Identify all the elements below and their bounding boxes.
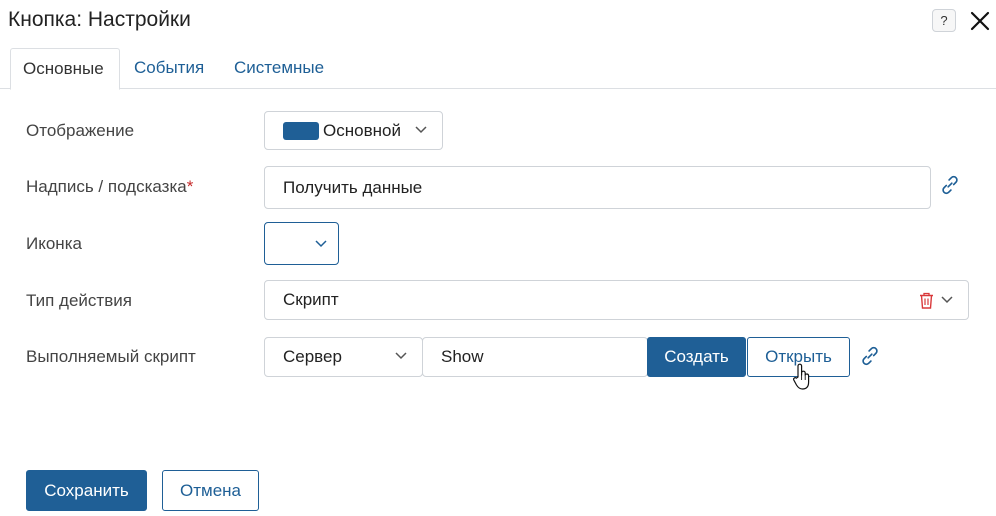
- link-icon[interactable]: [939, 174, 961, 196]
- close-icon: [970, 11, 990, 31]
- action-type-value: Скрипт: [283, 290, 339, 309]
- dialog-title: Кнопка: Настройки: [8, 8, 191, 31]
- tab-main[interactable]: Основные: [10, 48, 120, 90]
- tab-events[interactable]: События: [122, 48, 216, 89]
- save-button[interactable]: Сохранить: [26, 470, 147, 511]
- chevron-down-icon: [315, 240, 327, 248]
- display-label: Отображение: [26, 121, 135, 140]
- chevron-down-icon: [415, 126, 427, 134]
- script-location-select[interactable]: Сервер: [264, 337, 423, 377]
- action-type-label: Тип действия: [26, 291, 132, 310]
- help-button[interactable]: ?: [932, 9, 956, 32]
- action-type-select[interactable]: Скрипт: [264, 280, 969, 320]
- tab-bar: Основные События Системные: [0, 48, 996, 90]
- caption-input[interactable]: Получить данные: [264, 166, 931, 209]
- tab-system[interactable]: Системные: [222, 48, 336, 89]
- create-script-button[interactable]: Создать: [647, 337, 746, 377]
- script-name-input[interactable]: Show: [422, 337, 648, 377]
- trash-icon[interactable]: [919, 292, 934, 309]
- display-value: Основной: [323, 120, 401, 140]
- script-location-value: Сервер: [283, 347, 342, 366]
- hand-cursor-icon: [793, 363, 810, 390]
- close-button[interactable]: [967, 8, 993, 34]
- cancel-button[interactable]: Отмена: [162, 470, 259, 511]
- script-name-value: Show: [441, 347, 484, 366]
- icon-select[interactable]: [264, 222, 339, 265]
- chevron-down-icon: [395, 352, 407, 360]
- color-swatch: [283, 121, 319, 140]
- caption-label: Надпись / подсказка*: [26, 177, 193, 197]
- caption-label-text: Надпись / подсказка: [26, 177, 187, 196]
- required-mark: *: [186, 177, 194, 196]
- script-label: Выполняемый скрипт: [26, 347, 196, 366]
- help-icon: ?: [940, 13, 948, 28]
- icon-label: Иконка: [26, 234, 82, 253]
- chevron-down-icon: [941, 296, 953, 304]
- display-select[interactable]: Основной: [264, 111, 443, 150]
- link-icon[interactable]: [859, 345, 881, 367]
- caption-value: Получить данные: [283, 177, 423, 197]
